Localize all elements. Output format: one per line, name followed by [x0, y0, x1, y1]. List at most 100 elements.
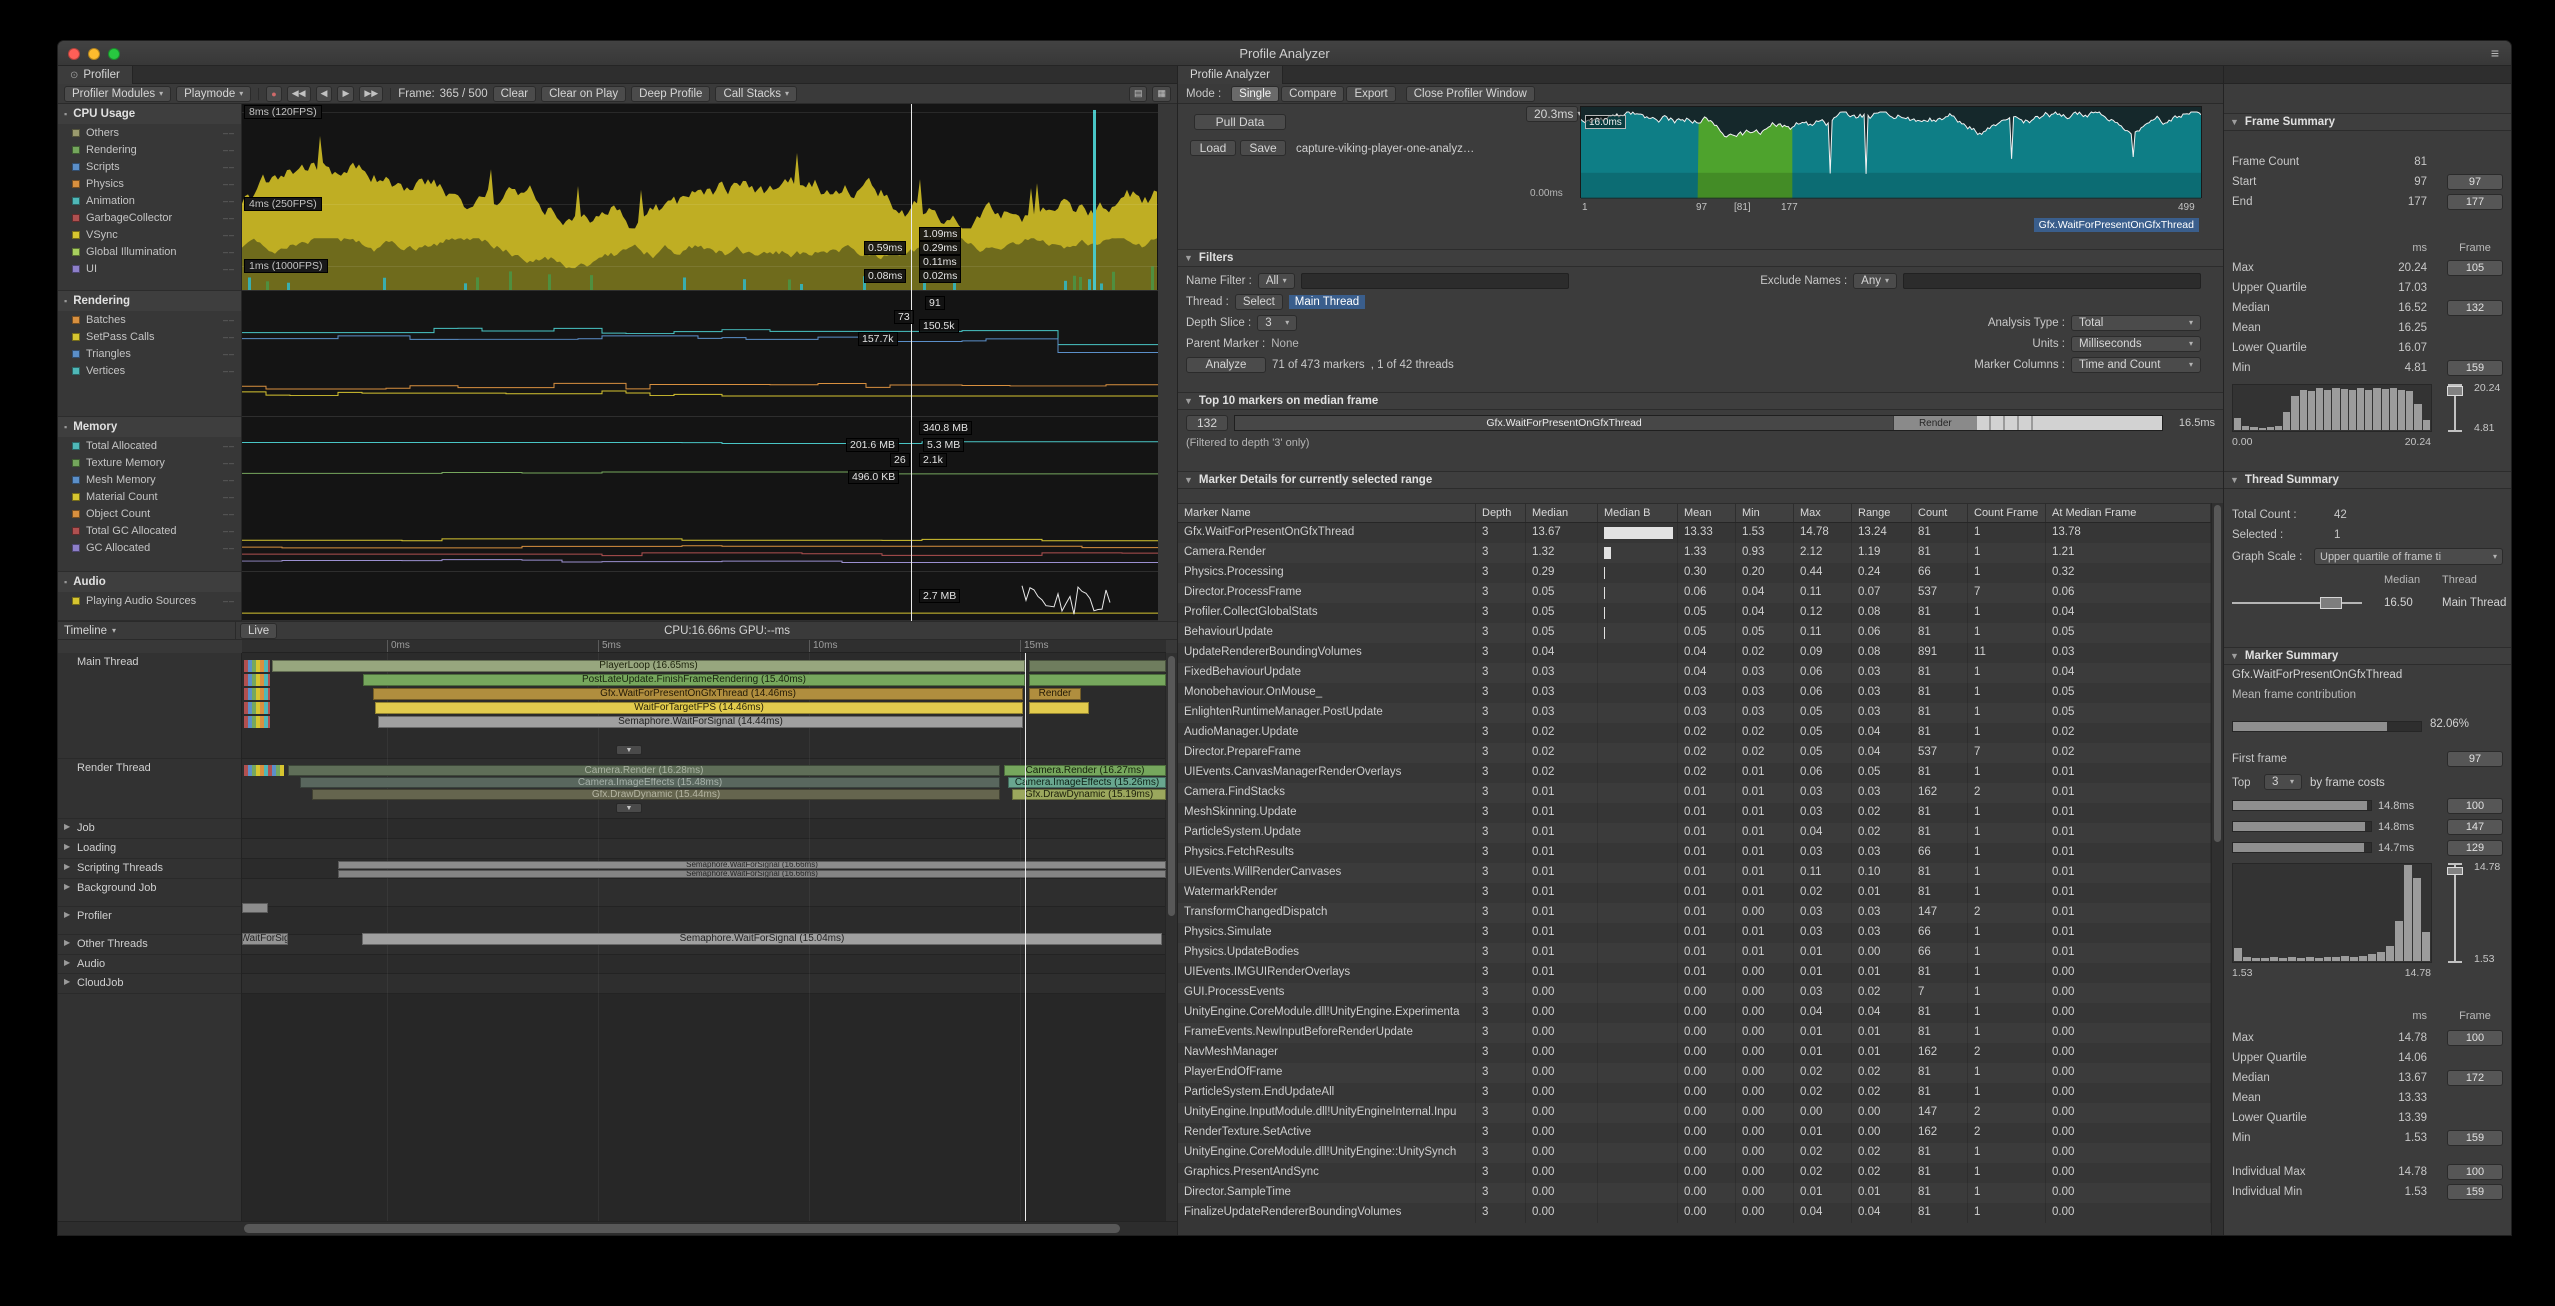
column-header[interactable]: Mean — [1678, 504, 1736, 522]
marker-summary-header[interactable]: ▼ Marker Summary — [2224, 647, 2511, 665]
timeline-bar[interactable]: WaitForSig — [242, 933, 288, 945]
column-header[interactable]: Count — [1912, 504, 1968, 522]
selected-marker-badge[interactable]: Gfx.WaitForPresentOnGfxThread — [2034, 218, 2199, 232]
timeline-horizontal-scrollbar[interactable] — [58, 1221, 1177, 1235]
timeline-track[interactable]: PlayerLoop (16.65ms) PostLateUpdate.Finis… — [242, 653, 1166, 1221]
timeline-bar[interactable]: Camera.ImageEffects (15.48ms) — [300, 777, 1000, 788]
name-filter-mode-dropdown[interactable]: All▾ — [1258, 273, 1295, 289]
table-row[interactable]: PlayerEndOfFrame30.000.000.000.020.02811… — [1178, 1063, 2211, 1083]
timeline-bar[interactable] — [244, 660, 270, 672]
live-toggle[interactable]: Live — [240, 623, 277, 639]
top10-section-header[interactable]: ▼ Top 10 markers on median frame — [1178, 392, 2223, 410]
call-stacks-dropdown[interactable]: Call Stacks▾ — [715, 86, 797, 102]
timeline-bar[interactable]: Gfx.DrawDynamic (15.19ms) — [1012, 789, 1166, 800]
thread-label[interactable]: ▶Other Threads — [58, 935, 241, 955]
load-button[interactable]: Load — [1190, 140, 1236, 156]
marker-columns-dropdown[interactable]: Time and Count▾ — [2071, 357, 2201, 373]
pull-data-button[interactable]: Pull Data — [1194, 114, 1286, 130]
frame-jump-button[interactable]: 172 — [2447, 1070, 2503, 1086]
current-frame-button[interactable]: ▶▶ — [359, 86, 383, 102]
timeline-bar[interactable]: Semaphore.WaitForSignal (16.66ms) — [338, 861, 1166, 869]
thread-label[interactable]: ▶Background Job — [58, 879, 241, 907]
timeline-bar[interactable]: Gfx.DrawDynamic (15.44ms) — [312, 789, 1000, 800]
column-header[interactable]: Range — [1852, 504, 1912, 522]
frame-jump-button[interactable]: 97 — [2447, 751, 2503, 767]
module-legend-item[interactable]: Rendering–– — [58, 141, 241, 158]
charts-area[interactable]: 8ms (120FPS) 4ms (250FPS) 1ms (1000FPS) … — [242, 104, 1158, 621]
table-row[interactable]: WatermarkRender30.010.010.010.020.018110… — [1178, 883, 2211, 903]
frame-summary-header[interactable]: ▼ Frame Summary — [2224, 113, 2511, 131]
module-header[interactable]: ▪CPU Usage — [58, 104, 241, 124]
table-row[interactable]: UnityEngine.CoreModule.dll!UnityEngine.E… — [1178, 1003, 2211, 1023]
timeline-bar[interactable]: Camera.Render (16.27ms) — [1004, 765, 1166, 776]
module-legend-item[interactable]: Total GC Allocated–– — [58, 522, 241, 539]
table-row[interactable]: FrameEvents.NewInputBeforeRenderUpdate30… — [1178, 1023, 2211, 1043]
selected-thread-value[interactable]: Main Thread — [1289, 295, 1365, 309]
mode-single-button[interactable]: Single — [1231, 86, 1279, 102]
expand-arrow[interactable]: ▼ — [616, 803, 642, 813]
table-row[interactable]: Physics.Simulate30.010.010.010.030.03661… — [1178, 923, 2211, 943]
table-row[interactable]: Monobehaviour.OnMouse_30.030.030.030.060… — [1178, 683, 2211, 703]
detailed-view-icon[interactable]: ▤ — [1129, 86, 1148, 102]
table-row[interactable]: AudioManager.Update30.020.020.020.050.04… — [1178, 723, 2211, 743]
column-header[interactable]: Count Frame — [1968, 504, 2046, 522]
frame-jump-button[interactable]: 100 — [2447, 1164, 2503, 1180]
table-row[interactable]: Graphics.PresentAndSync30.000.000.000.02… — [1178, 1163, 2211, 1183]
table-row[interactable]: UIEvents.IMGUIRenderOverlays30.010.010.0… — [1178, 963, 2211, 983]
timeline-bar[interactable]: Semaphore.WaitForSignal (15.04ms) — [362, 933, 1162, 945]
timeline-bar[interactable] — [244, 702, 270, 714]
table-row[interactable]: FixedBehaviourUpdate30.030.040.030.060.0… — [1178, 663, 2211, 683]
profiler-settings-icon[interactable]: ▦ — [1152, 86, 1171, 102]
timeline-bar[interactable]: Gfx.WaitForPresentOnGfxThread (14.46ms) — [373, 688, 1023, 700]
table-row[interactable]: TransformChangedDispatch30.010.010.000.0… — [1178, 903, 2211, 923]
column-header[interactable]: Min — [1736, 504, 1794, 522]
clear-button[interactable]: Clear — [493, 86, 536, 102]
module-legend-item[interactable]: Playing Audio Sources–– — [58, 592, 241, 609]
frame-jump-button[interactable]: 97 — [2447, 174, 2503, 190]
frame-jump-button[interactable]: 177 — [2447, 194, 2503, 210]
timeline-bar[interactable]: PlayerLoop (16.65ms) — [272, 660, 1025, 672]
table-row[interactable]: UIEvents.CanvasManagerRenderOverlays30.0… — [1178, 763, 2211, 783]
module-legend-item[interactable]: Scripts–– — [58, 158, 241, 175]
module-legend-item[interactable]: Total Allocated–– — [58, 437, 241, 454]
thread-label[interactable]: ▶Job — [58, 819, 241, 839]
prev-frame-button[interactable]: ◀ — [316, 86, 333, 102]
table-row[interactable]: BehaviourUpdate30.050.050.050.110.068110… — [1178, 623, 2211, 643]
profiler-modules-dropdown[interactable]: Profiler Modules▾ — [64, 86, 171, 102]
module-legend-item[interactable]: Global Illumination–– — [58, 243, 241, 260]
column-header[interactable]: Median — [1526, 504, 1598, 522]
module-legend-item[interactable]: GC Allocated–– — [58, 539, 241, 556]
table-row[interactable]: ParticleSystem.EndUpdateAll30.000.000.00… — [1178, 1083, 2211, 1103]
first-frame-button[interactable]: ◀◀ — [287, 86, 311, 102]
module-legend-item[interactable]: Triangles–– — [58, 345, 241, 362]
table-row[interactable]: EnlightenRuntimeManager.PostUpdate30.030… — [1178, 703, 2211, 723]
timeline-bar[interactable] — [1029, 674, 1166, 686]
scrollbar-thumb[interactable] — [1168, 656, 1175, 916]
timeline-bar[interactable] — [1029, 660, 1166, 672]
analysis-type-dropdown[interactable]: Total▾ — [2071, 315, 2201, 331]
table-row[interactable]: Physics.FetchResults30.010.010.010.030.0… — [1178, 843, 2211, 863]
close-profiler-window-button[interactable]: Close Profiler Window — [1406, 86, 1535, 102]
timeline-bar[interactable]: PostLateUpdate.FinishFrameRendering (15.… — [363, 674, 1025, 686]
table-row[interactable]: ParticleSystem.Update30.010.010.010.040.… — [1178, 823, 2211, 843]
graph-scale-dropdown[interactable]: 20.3ms▾ — [1526, 106, 1578, 122]
exclude-names-input[interactable] — [1903, 273, 2201, 289]
table-row[interactable]: UpdateRendererBoundingVolumes30.040.040.… — [1178, 643, 2211, 663]
module-legend-item[interactable]: Vertices–– — [58, 362, 241, 379]
mode-compare-button[interactable]: Compare — [1281, 86, 1344, 102]
name-filter-input[interactable] — [1301, 273, 1569, 289]
selected-frame-line[interactable] — [1025, 653, 1026, 1221]
module-legend-item[interactable]: VSync–– — [58, 226, 241, 243]
timeline-bar[interactable] — [244, 688, 270, 700]
timeline-bar[interactable]: Semaphore.WaitForSignal (16.66ms) — [338, 870, 1166, 878]
thread-label[interactable]: Main Thread — [58, 653, 241, 759]
module-legend-item[interactable]: SetPass Calls–– — [58, 328, 241, 345]
expand-arrow[interactable]: ▼ — [616, 745, 642, 755]
units-dropdown[interactable]: Milliseconds▾ — [2071, 336, 2201, 352]
table-row[interactable]: Director.ProcessFrame30.050.060.040.110.… — [1178, 583, 2211, 603]
module-legend-item[interactable]: GarbageCollector–– — [58, 209, 241, 226]
frame-jump-button[interactable]: 159 — [2447, 1130, 2503, 1146]
marker-details-section-header[interactable]: ▼ Marker Details for currently selected … — [1178, 471, 2223, 489]
timeline-bar[interactable]: Camera.Render (16.28ms) — [288, 765, 1000, 776]
module-header[interactable]: ▪Audio — [58, 572, 241, 592]
